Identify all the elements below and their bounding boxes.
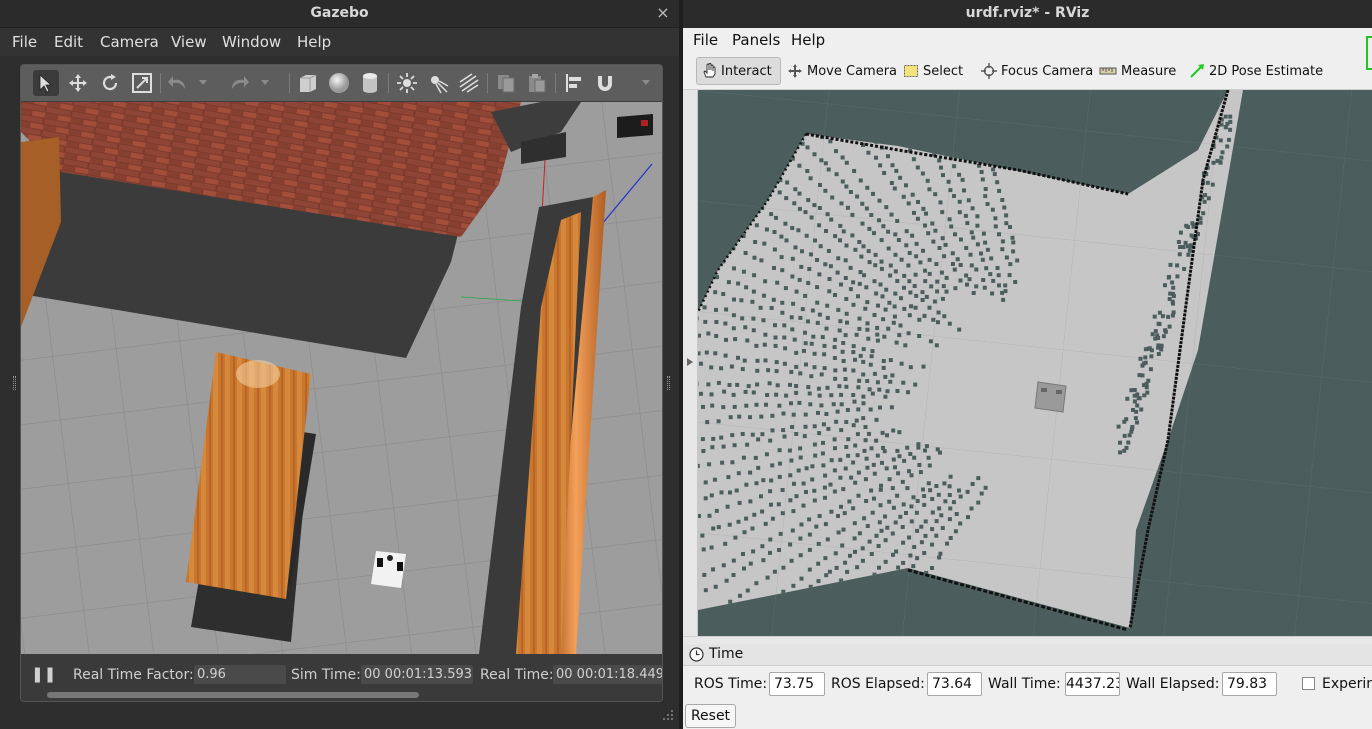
gazebo-render-frame: ❚❚ Real Time Factor: 0.96 Sim Time: 00 0… [20,64,663,702]
translate-icon[interactable] [65,70,91,96]
tool-2d-pose-estimate-label: 2D Pose Estimate [1209,63,1324,79]
select-box-icon [904,65,918,77]
time-panel-title: Time [709,646,744,662]
menu-file[interactable]: File [693,31,718,49]
rviz-toolbar: Interact Move Camera Select Focus Camera… [683,36,1372,90]
panel-splitter[interactable] [683,636,1372,644]
tool-measure[interactable]: Measure [1095,57,1180,85]
pause-button[interactable]: ❚❚ [31,665,56,683]
menu-camera[interactable]: Camera [100,33,159,51]
menu-help[interactable]: Help [297,33,331,51]
wall-time-label: Wall Time: [988,676,1061,692]
tool-select[interactable]: Select [899,57,967,85]
point-light-icon[interactable] [394,70,420,96]
left-splitter-grip[interactable] [13,376,16,390]
tool-2d-pose-estimate[interactable]: 2D Pose Estimate [1185,57,1327,85]
paste-icon[interactable] [524,70,550,96]
tool-move-camera[interactable]: Move Camera [783,57,901,85]
toolbar-separator [289,73,290,93]
wall-time-field[interactable]: 4437.23 [1065,672,1120,696]
experimental-label: Experin [1322,676,1372,692]
undo-icon[interactable] [165,70,191,96]
toolbar-separator [388,73,389,93]
ros-elapsed-field[interactable]: 73.64 [927,672,982,696]
gazebo-statusbar: ❚❚ Real Time Factor: 0.96 Sim Time: 00 0… [21,654,662,701]
sim-time-label: Sim Time: [291,667,361,683]
rviz-menubar: File Panels Help [683,28,1372,52]
tool-interact[interactable]: Interact [696,57,781,85]
tool-move-camera-label: Move Camera [807,63,898,79]
gazebo-window: Gazebo × File Edit Camera View Window He… [0,0,679,729]
rviz-window-title: urdf.rviz* - RViz [965,5,1090,21]
horizontal-scrollbar[interactable] [47,692,419,698]
snap-magnet-icon[interactable] [592,70,618,96]
wall-elapsed-label: Wall Elapsed: [1126,676,1220,692]
menu-edit[interactable]: Edit [54,33,83,51]
menu-view[interactable]: View [171,33,207,51]
ros-elapsed-label: ROS Elapsed: [831,676,925,692]
tool-measure-label: Measure [1121,63,1177,79]
gazebo-menubar: File Edit Camera View Window Help [0,28,679,56]
undo-dropdown-icon[interactable] [196,70,210,96]
sphere-shape-icon[interactable] [326,70,352,96]
expand-arrow-icon[interactable] [687,358,693,366]
close-icon[interactable]: × [653,3,673,23]
gazebo-3d-scene[interactable] [21,102,662,654]
tool-select-label: Select [923,63,964,79]
ros-time-label: ROS Time: [694,676,768,692]
toolbar-edge-indicator [1366,36,1372,70]
ros-time-field[interactable]: 73.75 [769,672,825,696]
rviz-3d-view[interactable] [698,90,1372,636]
ruler-icon [1099,67,1117,75]
copy-icon[interactable] [493,70,519,96]
pose-arrow-icon [1190,64,1204,78]
reset-button[interactable]: Reset [685,704,736,728]
real-time-label: Real Time: [480,667,554,683]
toolbar-separator [160,73,161,93]
rtf-label: Real Time Factor: [73,667,194,683]
align-icon[interactable] [561,70,587,96]
tool-focus-camera[interactable]: Focus Camera [977,57,1097,85]
sim-time-value: 00 00:01:13.593 [361,665,473,684]
rviz-titlebar[interactable]: urdf.rviz* - RViz [683,0,1372,28]
rotate-icon[interactable] [97,70,123,96]
gazebo-titlebar[interactable]: Gazebo × [0,0,679,28]
clock-icon [689,647,704,662]
tool-interact-label: Interact [721,63,772,79]
time-panel: ROS Time: 73.75 ROS Elapsed: 73.64 Wall … [683,666,1372,729]
toolbar-separator [555,73,556,93]
menu-panels[interactable]: Panels [732,31,780,49]
cylinder-shape-icon[interactable] [357,70,383,96]
menu-window[interactable]: Window [222,33,281,51]
redo-icon[interactable] [226,70,252,96]
real-time-value: 00 00:01:18.449 [553,665,662,684]
toolbar-overflow-icon[interactable] [639,70,653,96]
experimental-checkbox[interactable] [1302,677,1315,690]
rtf-value: 0.96 [194,665,286,684]
tool-focus-camera-label: Focus Camera [1001,63,1094,79]
time-panel-header: Time [683,644,1372,666]
gazebo-toolbar [21,65,662,102]
wall-elapsed-field[interactable]: 79.83 [1222,672,1277,696]
gazebo-window-title: Gazebo [310,5,369,21]
focus-camera-icon [981,63,997,79]
box-shape-icon[interactable] [295,70,321,96]
spot-light-icon[interactable] [425,70,451,96]
menu-file[interactable]: File [12,33,37,51]
scale-icon[interactable] [129,70,155,96]
move-camera-icon [788,64,802,78]
hand-icon [703,63,716,78]
collapsed-left-panel[interactable] [683,90,698,636]
directional-light-icon[interactable] [456,70,482,96]
menu-help[interactable]: Help [791,31,825,49]
right-splitter-grip[interactable] [667,376,670,390]
select-arrow-icon[interactable] [33,70,59,96]
toolbar-separator [487,73,488,93]
redo-dropdown-icon[interactable] [258,70,272,96]
rviz-window: urdf.rviz* - RViz File Panels Help Inter… [683,0,1372,729]
resize-grip-icon[interactable] [662,709,674,721]
